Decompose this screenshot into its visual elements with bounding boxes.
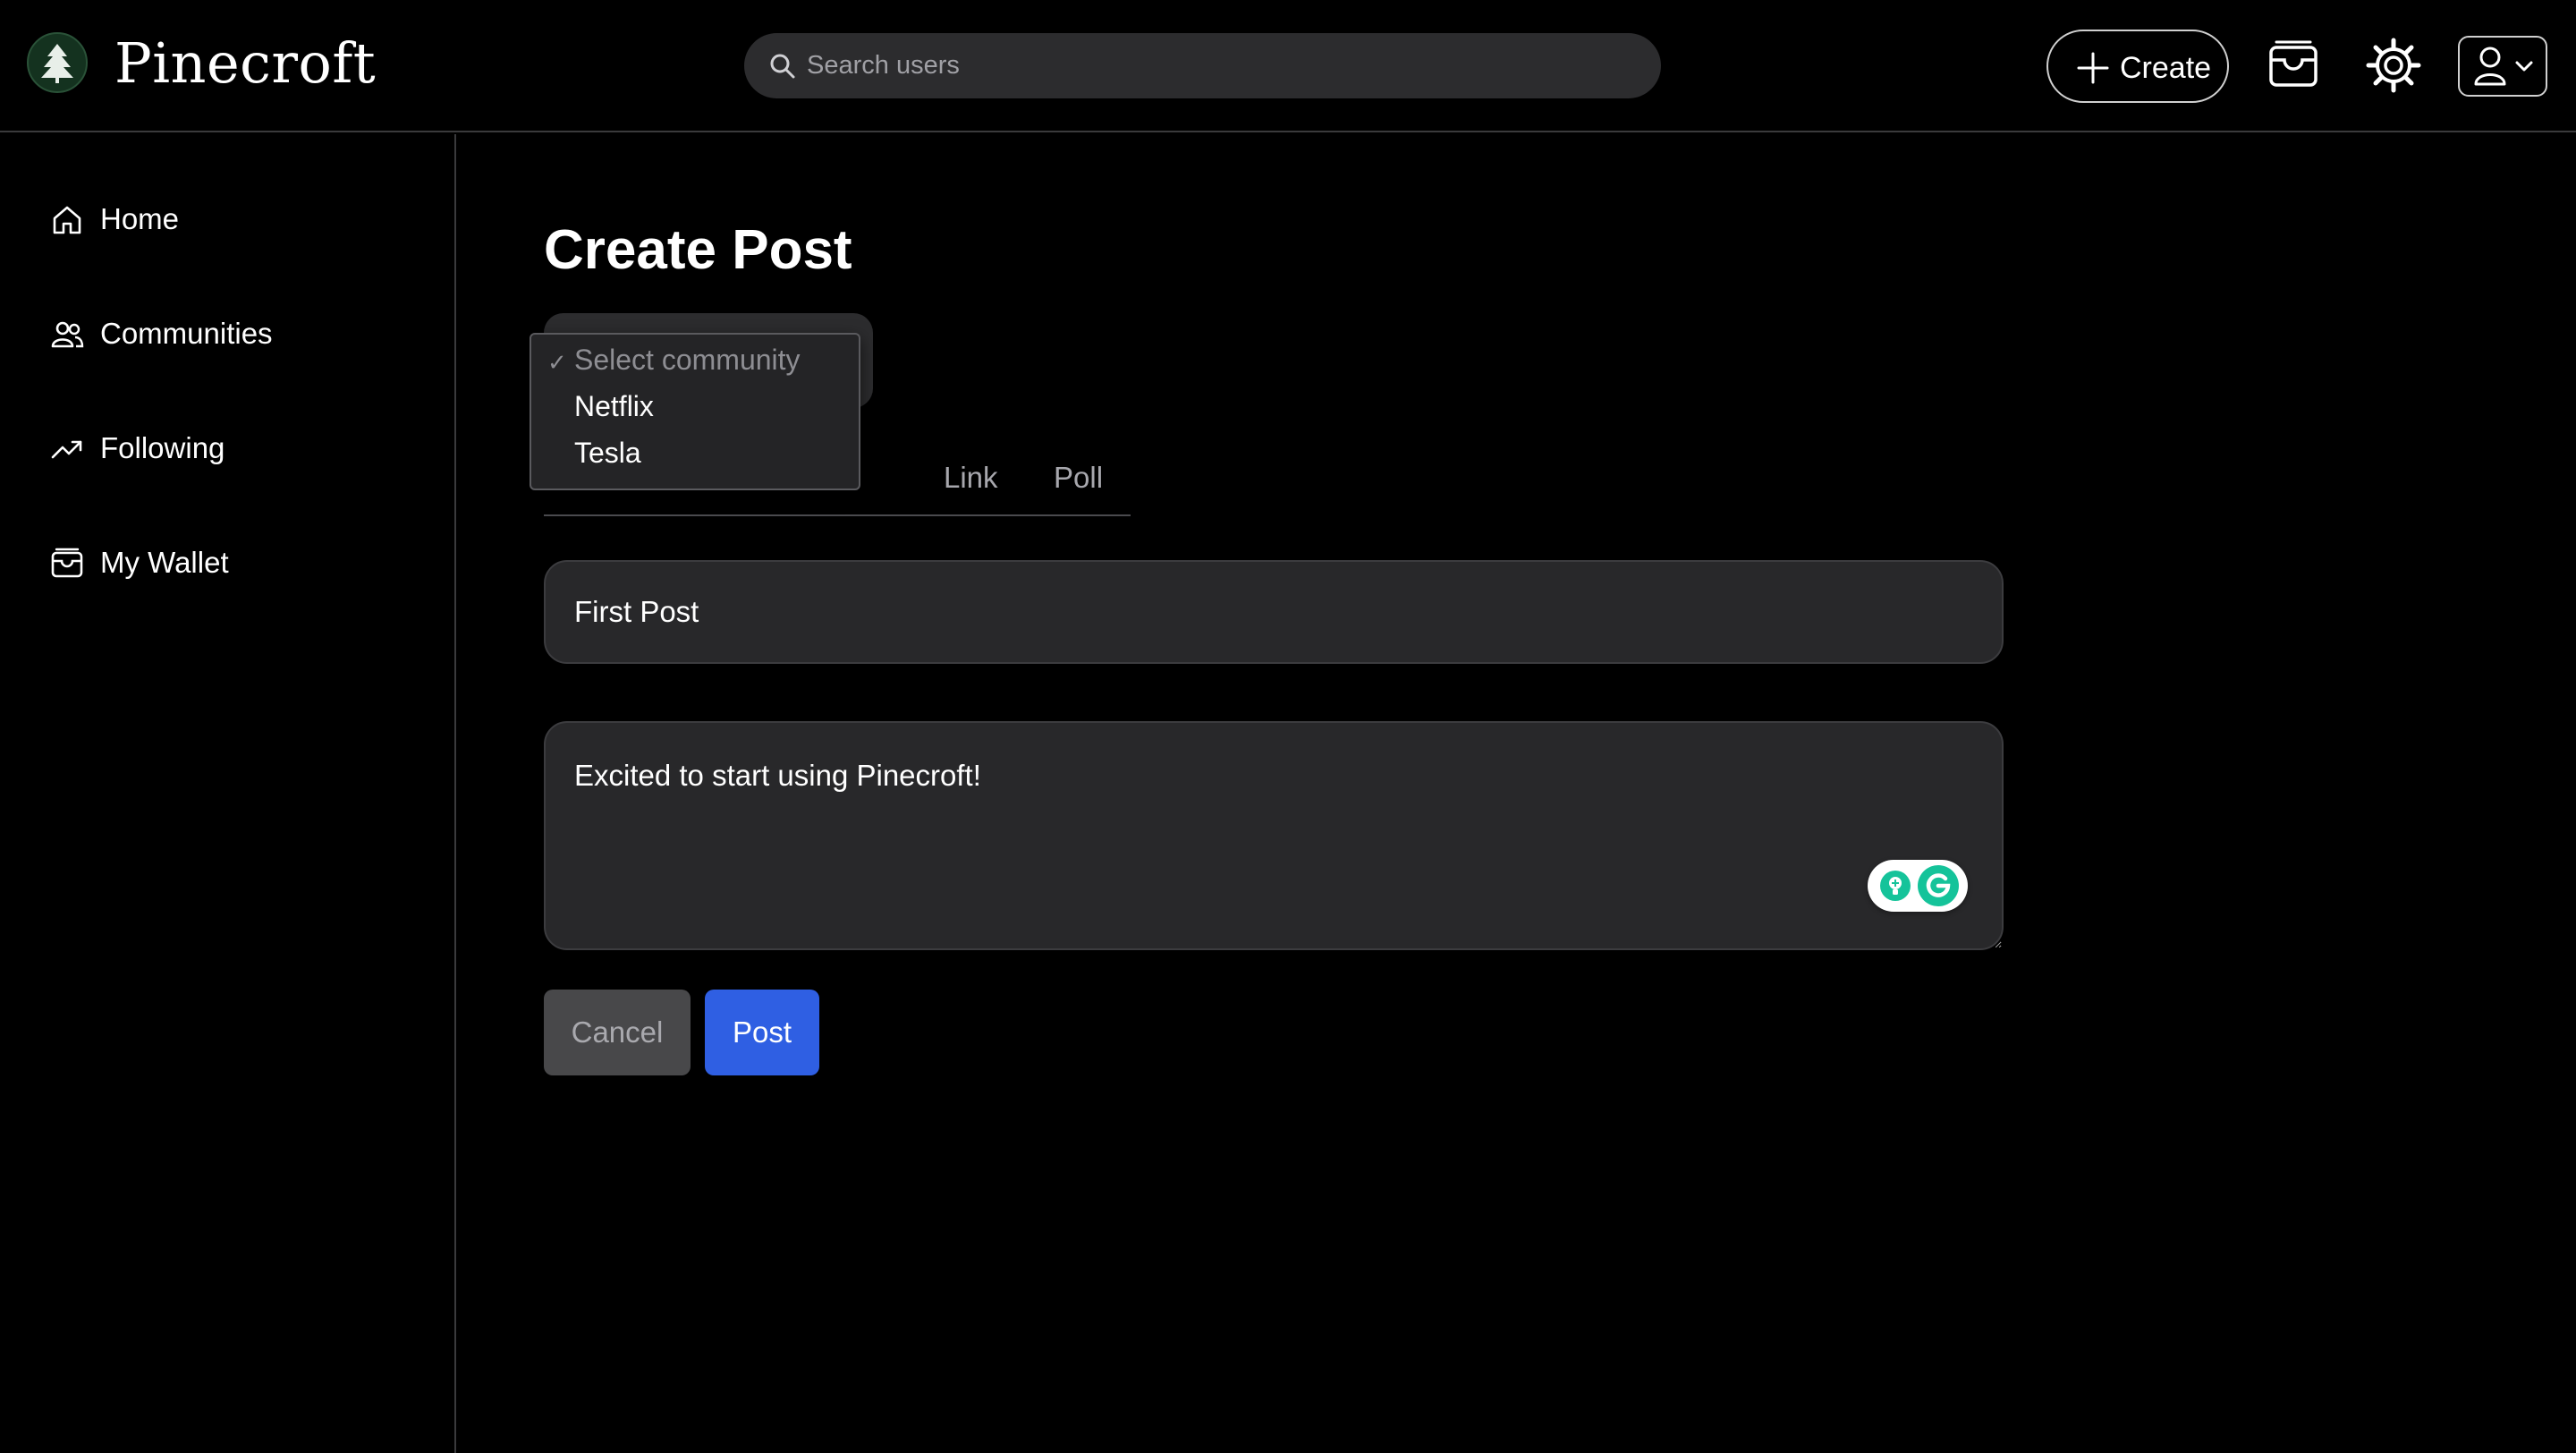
wallet-button[interactable] bbox=[2267, 38, 2320, 92]
grammarly-icon bbox=[1918, 865, 1959, 906]
wallet-icon bbox=[2269, 40, 2318, 87]
gear-icon bbox=[2366, 38, 2421, 93]
trending-up-icon bbox=[51, 440, 82, 459]
tab-poll[interactable]: Poll bbox=[1054, 461, 1103, 495]
dropdown-option-label: Select community bbox=[574, 344, 801, 376]
users-icon bbox=[51, 321, 84, 348]
home-icon bbox=[53, 206, 81, 234]
dropdown-option-label: Tesla bbox=[574, 437, 641, 469]
cancel-button[interactable]: Cancel bbox=[544, 990, 691, 1075]
tab-link[interactable]: Link bbox=[944, 461, 998, 495]
create-button-label: Create bbox=[2120, 51, 2212, 85]
user-avatar-icon bbox=[2474, 47, 2533, 86]
sidebar-item-following[interactable]: Following bbox=[50, 422, 225, 476]
pinecroft-logo[interactable] bbox=[27, 32, 88, 93]
pine-tree-icon bbox=[41, 44, 73, 83]
lightbulb-icon bbox=[1880, 871, 1911, 901]
profile-menu-button[interactable] bbox=[2458, 36, 2547, 97]
chevron-down-icon bbox=[2515, 61, 2533, 72]
sidebar-item-label: My Wallet bbox=[100, 546, 229, 579]
post-title-input[interactable] bbox=[544, 560, 2004, 664]
sidebar-item-communities[interactable]: Communities bbox=[50, 308, 273, 361]
plus-icon bbox=[2077, 52, 2109, 84]
dropdown-option-select-community[interactable]: ✓ Select community bbox=[531, 336, 859, 383]
grammarly-widget[interactable] bbox=[1868, 860, 1968, 912]
post-button[interactable]: Post bbox=[705, 990, 819, 1075]
page-title: Create Post bbox=[544, 219, 852, 281]
search-icon bbox=[770, 54, 795, 79]
dropdown-option-tesla[interactable]: Tesla bbox=[531, 429, 859, 476]
user-search[interactable] bbox=[744, 33, 1661, 98]
wallet-icon bbox=[51, 548, 83, 578]
sidebar: Home Communities Following My Wallet bbox=[0, 134, 456, 1453]
settings-button[interactable] bbox=[2366, 38, 2421, 93]
sidebar-item-my-wallet[interactable]: My Wallet bbox=[50, 537, 229, 591]
sidebar-item-home[interactable]: Home bbox=[50, 193, 179, 247]
dropdown-option-label: Netflix bbox=[574, 390, 654, 422]
dropdown-option-netflix[interactable]: Netflix bbox=[531, 383, 859, 429]
checkmark-icon: ✓ bbox=[547, 349, 567, 376]
create-button[interactable]: Create bbox=[2046, 30, 2229, 103]
top-header: Pinecroft Create bbox=[0, 0, 2576, 132]
post-body-textarea[interactable]: Excited to start using Pinecroft! bbox=[544, 721, 2004, 950]
search-input[interactable] bbox=[807, 33, 1648, 98]
sidebar-item-label: Home bbox=[100, 202, 180, 235]
brand-name[interactable]: Pinecroft bbox=[114, 30, 376, 96]
sidebar-item-label: Following bbox=[100, 431, 225, 464]
community-dropdown-list: ✓ Select community Netflix Tesla bbox=[530, 333, 860, 490]
sidebar-item-label: Communities bbox=[100, 317, 273, 350]
